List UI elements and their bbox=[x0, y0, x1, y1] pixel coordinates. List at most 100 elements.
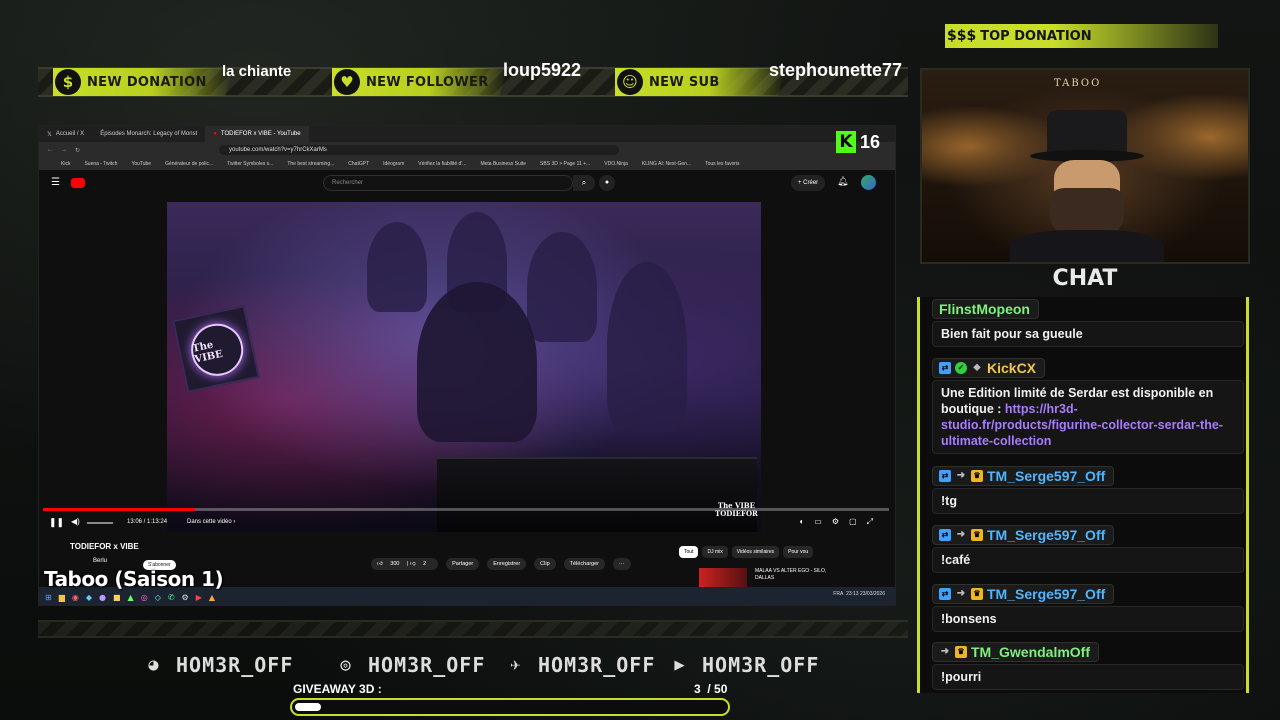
money-icon: $$$ bbox=[947, 28, 977, 44]
recommended-thumbnail[interactable] bbox=[699, 568, 747, 588]
twitter-icon: ✈ bbox=[510, 655, 522, 675]
volume-icon[interactable]: ◀) bbox=[71, 517, 80, 526]
tab-x[interactable]: 𝕏 Accueil / X bbox=[39, 126, 92, 142]
crown-badge-icon: ♛ bbox=[971, 529, 983, 541]
chapters-button[interactable]: Dans cette vidéo › bbox=[187, 519, 235, 525]
app-icon[interactable]: ● bbox=[99, 593, 106, 602]
bookmark-item[interactable]: SBS 3D > Page 11 +... bbox=[540, 161, 590, 167]
more-button[interactable]: ··· bbox=[613, 558, 631, 570]
url-input[interactable]: youtube.com/watch?v=y7hrCkXarMs bbox=[219, 145, 619, 155]
discord-icon: ◕ bbox=[148, 655, 160, 675]
bookmark-item[interactable]: Tous les favoris bbox=[705, 161, 739, 167]
bookmark-item[interactable]: KLING AI: Next-Gen... bbox=[642, 161, 691, 167]
app-icon[interactable]: ■ bbox=[113, 593, 121, 602]
chip-all[interactable]: Tout bbox=[679, 546, 699, 558]
bookmark-item[interactable]: Kick bbox=[61, 161, 70, 167]
chat-text: !tg bbox=[932, 488, 1244, 514]
youtube-icon: ▶ bbox=[674, 655, 686, 675]
hamburger-menu-icon[interactable]: ☰ bbox=[51, 177, 60, 188]
reload-icon[interactable]: ↻ bbox=[75, 147, 80, 154]
social-handle: HOM3R_OFF bbox=[538, 653, 656, 677]
save-button[interactable]: Enregistrer bbox=[487, 558, 527, 570]
chip-for-you[interactable]: Pour vou bbox=[783, 546, 814, 558]
tab-monarch[interactable]: Épisodes Monarch: Legacy of Monst bbox=[92, 126, 205, 142]
new-sub-label: NEW SUB bbox=[649, 74, 720, 90]
clip-button[interactable]: Clip bbox=[534, 558, 556, 570]
users-icon: ☺ bbox=[617, 69, 643, 95]
chat-text: !bonsens bbox=[932, 606, 1244, 632]
bookmark-item[interactable]: Vérifiez la fiabilité d'... bbox=[418, 161, 466, 167]
tab-bar: 𝕏 Accueil / X Épisodes Monarch: Legacy of… bbox=[39, 126, 895, 142]
chat-username[interactable]: ⇄ ➜ ♛ TM_Serge597_Off bbox=[932, 525, 1115, 545]
video-progress-fill bbox=[43, 508, 196, 511]
chat-panel: FlinstMopeon Bien fait pour sa gueule ⇄ … bbox=[917, 297, 1249, 693]
chat-username[interactable]: ⇄ ✓ ⬥ KickCX bbox=[932, 358, 1046, 378]
bookmark-item[interactable]: ChatGPT bbox=[348, 161, 369, 167]
viewer-count: 16 bbox=[860, 131, 881, 152]
bottom-stripe-bar bbox=[38, 620, 908, 638]
arrow-badge-icon: ➜ bbox=[956, 529, 966, 540]
chat-message: ⇄ ✓ ⬥ KickCX Une Edition limité de Serda… bbox=[932, 355, 1244, 454]
chip-similar[interactable]: Vidéos similaires bbox=[731, 546, 780, 558]
video-player[interactable]: The VIBE The VIBE TODIEFOR ❚❚ ◀) 13:06 /… bbox=[39, 202, 895, 532]
like-button[interactable]: 👍︎ 300 | 👎︎ 2 bbox=[371, 558, 439, 570]
app-icon[interactable]: ▲ bbox=[128, 593, 134, 602]
player-settings-icons[interactable]: ◐▭⚙▢⤢ bbox=[799, 517, 883, 527]
new-donation-label: NEW DONATION bbox=[87, 74, 207, 90]
avatar[interactable] bbox=[861, 175, 876, 190]
recommended-title[interactable]: MALAA VS ALTER EGO - SILO, DALLAS bbox=[755, 568, 826, 582]
kick-viewer-badge: K 16 bbox=[836, 131, 880, 153]
chip-dj-mix[interactable]: DJ mix bbox=[702, 546, 728, 558]
kick-badge-icon: ⇄ bbox=[939, 588, 951, 600]
recommendation-chips: Tout DJ mix Vidéos similaires Pour vou bbox=[679, 546, 814, 558]
app-icon[interactable]: ⚙ bbox=[182, 593, 189, 602]
youtube-header: ☰ Rechercher ⌕ ● + Créer 🔔︎ bbox=[39, 170, 895, 196]
bookmark-item[interactable]: The best streaming... bbox=[287, 161, 334, 167]
share-button[interactable]: Partager bbox=[446, 558, 480, 570]
bookmark-item[interactable]: VDO.Ninja bbox=[604, 161, 628, 167]
new-follower-label: NEW FOLLOWER bbox=[366, 74, 489, 90]
chat-username[interactable]: ➜ ♛ TM_GwendalmOff bbox=[932, 642, 1100, 662]
create-button[interactable]: + Créer bbox=[791, 175, 826, 191]
bookmark-item[interactable]: Suena - Twitch bbox=[84, 161, 117, 167]
bookmark-item[interactable]: Meta Business Suite bbox=[480, 161, 526, 167]
pause-icon[interactable]: ❚❚ bbox=[49, 517, 64, 528]
microphone-icon[interactable]: ● bbox=[599, 175, 615, 191]
chat-message: FlinstMopeon Bien fait pour sa gueule bbox=[932, 299, 1244, 347]
bookmark-item[interactable]: Twitter Symboles s... bbox=[227, 161, 273, 167]
chat-text: Une Edition limité de Serdar est disponi… bbox=[932, 380, 1244, 454]
windows-start-icon[interactable]: ⊞ bbox=[45, 593, 52, 602]
tab-youtube[interactable]: ● TODIEFOR x VIBE - YouTube bbox=[205, 126, 309, 142]
channel-name[interactable]: Berlu bbox=[93, 558, 107, 564]
app-icon[interactable]: ◇ bbox=[155, 593, 161, 602]
bell-icon[interactable]: 🔔︎ bbox=[837, 176, 848, 187]
back-icon[interactable]: ← bbox=[47, 147, 53, 154]
video-progress-bar[interactable] bbox=[43, 508, 889, 511]
chat-username[interactable]: ⇄ ➜ ♛ TM_Serge597_Off bbox=[932, 584, 1115, 604]
search-icon[interactable]: ⌕ bbox=[573, 175, 595, 191]
folder-icon[interactable]: ▆ bbox=[59, 593, 65, 602]
chat-title: CHAT bbox=[1052, 266, 1118, 291]
volume-slider[interactable] bbox=[87, 522, 113, 524]
app-icon[interactable]: ◆ bbox=[86, 593, 92, 602]
app-icon[interactable]: ◎ bbox=[141, 593, 148, 602]
youtube-logo[interactable] bbox=[71, 178, 85, 188]
chat-username[interactable]: ⇄ ➜ ♛ TM_Serge597_Off bbox=[932, 466, 1115, 486]
bookmark-item[interactable]: Générateur de polic... bbox=[165, 161, 213, 167]
chat-message: ⇄ ➜ ♛ TM_Serge597_Off !café bbox=[932, 522, 1244, 573]
social-twitter: ✈ HOM3R_OFF bbox=[502, 653, 655, 677]
social-youtube: ▶ HOM3R_OFF bbox=[666, 653, 819, 677]
bookmark-item[interactable]: Idéogram bbox=[383, 161, 404, 167]
download-button[interactable]: Télécharger bbox=[563, 558, 605, 570]
webcam-avatar: TABOO bbox=[920, 68, 1250, 264]
app-icon[interactable]: ▶ bbox=[196, 593, 202, 602]
system-tray: FRA 23:13 23/03/2026 bbox=[833, 591, 885, 597]
app-icon[interactable]: ✆ bbox=[168, 593, 175, 602]
search-input[interactable]: Rechercher bbox=[323, 175, 573, 191]
chat-username[interactable]: FlinstMopeon bbox=[932, 299, 1039, 319]
arrow-badge-icon: ➜ bbox=[956, 588, 966, 599]
browser-icon[interactable]: ◉ bbox=[72, 593, 79, 602]
forward-icon[interactable]: → bbox=[61, 147, 67, 154]
bookmark-item[interactable]: YouTube bbox=[131, 161, 151, 167]
app-icon[interactable]: ▲ bbox=[209, 593, 215, 602]
